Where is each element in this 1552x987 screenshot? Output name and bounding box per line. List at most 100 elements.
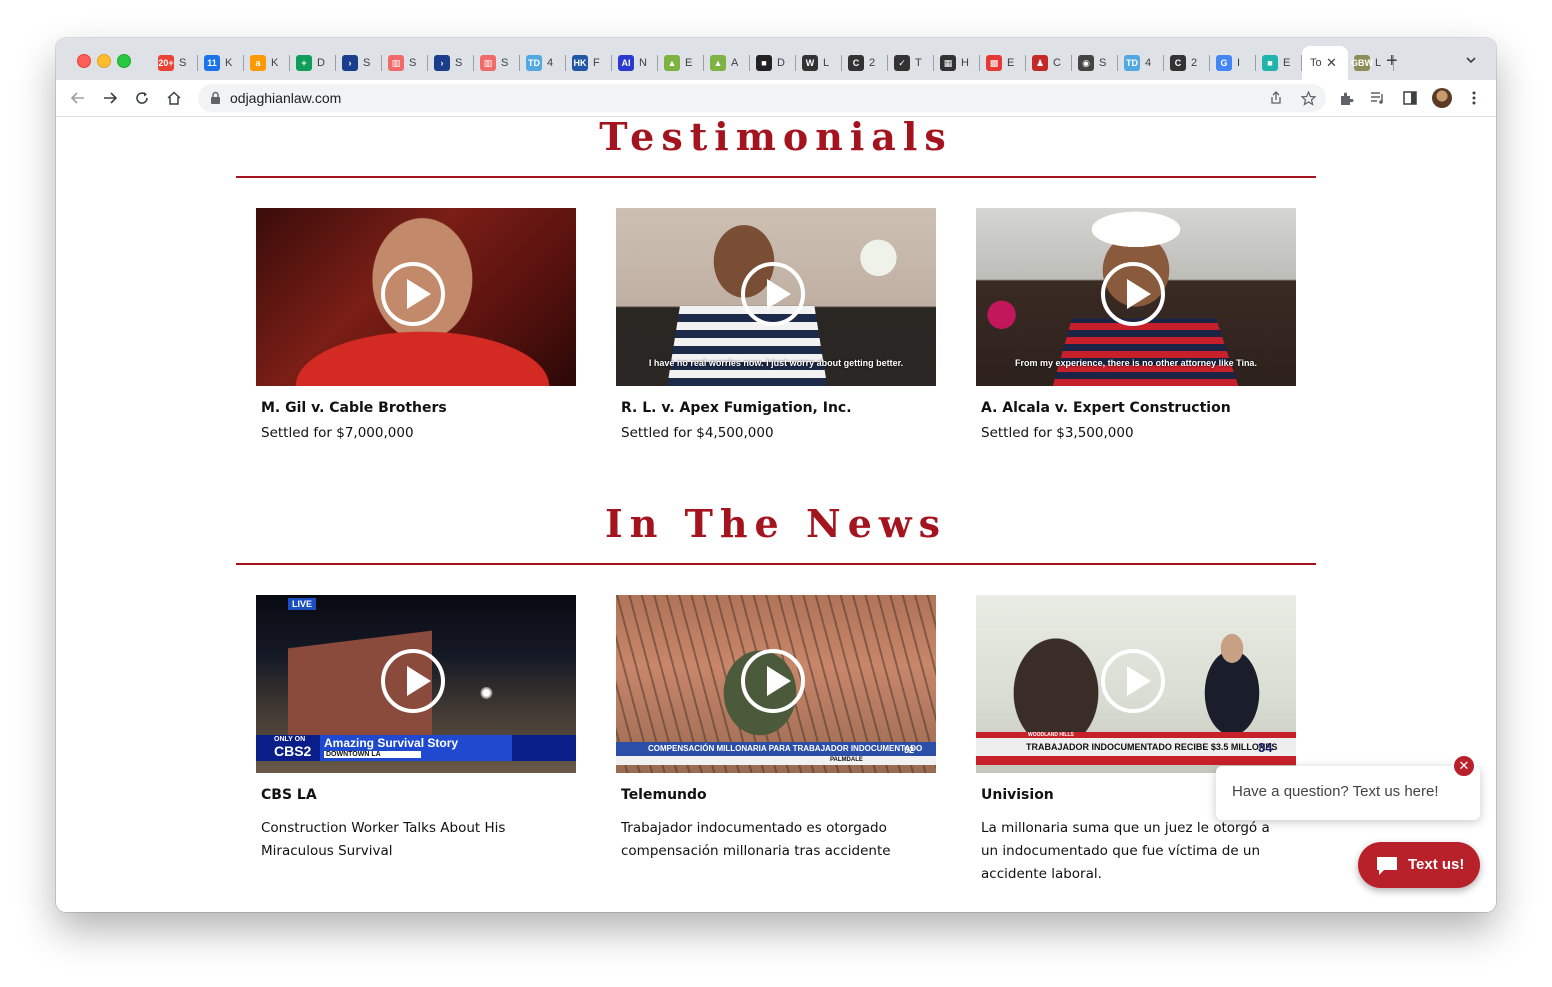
close-icon[interactable]: ✕ [1452, 754, 1476, 778]
forward-icon[interactable] [100, 88, 120, 108]
tab-title: T [915, 57, 922, 69]
news-heading: In The News [605, 501, 947, 546]
check-icon: ✓ [894, 55, 910, 71]
tab-title: F [593, 57, 600, 69]
news-ticker: PALMDALE [616, 756, 936, 765]
browser-tab[interactable]: TD 4 [1118, 46, 1164, 80]
browser-tab[interactable]: To ✕ [1302, 46, 1348, 80]
side-panel-icon[interactable] [1400, 88, 1420, 108]
browser-tab[interactable]: ▥ S [382, 46, 428, 80]
video-thumbnail[interactable]: WOODLAND HILLS TRABAJADOR INDOCUMENTADO … [976, 595, 1296, 773]
analytics-icon: ▥ [480, 55, 496, 71]
news-description: La millonaria suma que un juez le otorgó… [981, 820, 1270, 882]
tab-title: S [363, 57, 371, 69]
play-icon[interactable] [1101, 649, 1165, 713]
browser-tab[interactable]: › S [336, 46, 382, 80]
browser-tab[interactable]: GI [1210, 46, 1256, 80]
browser-tab[interactable]: ▩ E [980, 46, 1026, 80]
bookmark-star-icon[interactable] [1298, 88, 1318, 108]
browser-tab[interactable]: 11 K [198, 46, 244, 80]
text-us-button[interactable]: Text us! [1358, 842, 1480, 888]
chevron-down-icon[interactable] [1466, 55, 1476, 65]
home-icon[interactable] [164, 88, 184, 108]
maximize-window-button[interactable] [117, 54, 131, 68]
browser-tab[interactable]: TD 4 [520, 46, 566, 80]
analytics-icon: ▥ [388, 55, 404, 71]
tab-title: D [317, 57, 325, 69]
play-icon[interactable] [741, 262, 805, 326]
testimonial-settlement: Settled for $7,000,000 [261, 425, 414, 441]
tab-title: S [179, 57, 187, 69]
play-icon[interactable] [381, 262, 445, 326]
browser-tab[interactable]: 20+ S [152, 46, 198, 80]
reload-icon[interactable] [132, 88, 152, 108]
close-window-button[interactable] [77, 54, 91, 68]
video-caption: From my experience, there is no other at… [1015, 358, 1257, 368]
browser-tab[interactable]: ◉ S [1072, 46, 1118, 80]
tab-title: L [823, 57, 830, 69]
browser-tab[interactable]: ▲ E [658, 46, 704, 80]
testimonial-settlement: Settled for $4,500,000 [621, 425, 774, 441]
news-divider [236, 563, 1316, 565]
tab-title: E [1007, 57, 1015, 69]
tab-title: C [1053, 57, 1061, 69]
tab-title: 2 [1191, 57, 1198, 69]
browser-tab[interactable]: aK [244, 46, 290, 80]
news-card: COMPENSACIÓN MILLONARIA PARA TRABAJADOR … [616, 595, 936, 863]
tab-title: I [1237, 57, 1241, 69]
back-icon[interactable] [68, 88, 88, 108]
browser-tab[interactable]: ▲ A [704, 46, 750, 80]
browser-tab[interactable]: ♟ C [1026, 46, 1072, 80]
close-tab-icon[interactable]: ✕ [1326, 55, 1337, 71]
browser-tab[interactable]: ■ E [1256, 46, 1302, 80]
hk-icon: HK [572, 55, 588, 71]
testimonial-title: A. Alcala v. Expert Construction [981, 400, 1231, 416]
browser-tab[interactable]: WL [796, 46, 842, 80]
browser-tab[interactable]: C2 [1164, 46, 1210, 80]
video-thumbnail[interactable]: COMPENSACIÓN MILLONARIA PARA TRABAJADOR … [616, 595, 936, 773]
gmail-icon: 20+ [158, 55, 174, 71]
image-icon: ▲ [664, 55, 680, 71]
amazon-icon: a [250, 55, 266, 71]
browser-tab[interactable]: HK F [566, 46, 612, 80]
play-icon[interactable] [1101, 262, 1165, 326]
image-icon: ▲ [710, 55, 726, 71]
video-thumbnail[interactable] [256, 208, 576, 386]
browser-toolbar: odjaghianlaw.com [56, 80, 1496, 117]
person-icon: ♟ [1032, 55, 1048, 71]
browser-tab[interactable]: ▦ H [934, 46, 980, 80]
document-icon: ■ [756, 55, 772, 71]
video-thumbnail[interactable]: From my experience, there is no other at… [976, 208, 1296, 386]
browser-tab[interactable]: + D [290, 46, 336, 80]
browser-tab[interactable]: ■ D [750, 46, 796, 80]
tab-title: S [501, 57, 509, 69]
browser-tab[interactable]: ✓ T [888, 46, 934, 80]
chevron-app-icon: › [434, 55, 450, 71]
google-icon: G [1216, 55, 1232, 71]
browser-tab[interactable]: AI N [612, 46, 658, 80]
video-thumbnail[interactable]: I have no real worries now. I just worry… [616, 208, 936, 386]
media-queue-icon[interactable] [1368, 88, 1388, 108]
extensions-icon[interactable] [1336, 88, 1356, 108]
new-tab-button[interactable]: + [1386, 51, 1398, 71]
tab-title: 2 [869, 57, 876, 69]
news-banner: ONLY ON CBS2 Amazing Survival Story DOWN… [256, 735, 576, 761]
browser-tab[interactable]: C2 [842, 46, 888, 80]
minimize-window-button[interactable] [97, 54, 111, 68]
globe-icon: ◉ [1078, 55, 1094, 71]
chat-prompt-bubble[interactable]: Have a question? Text us here! [1216, 766, 1480, 820]
play-icon[interactable] [381, 649, 445, 713]
browser-tab[interactable]: › S [428, 46, 474, 80]
c-icon: C [848, 55, 864, 71]
profile-avatar[interactable] [1432, 88, 1452, 108]
video-thumbnail[interactable]: LIVE ONLY ON CBS2 Amazing Survival Story… [256, 595, 576, 773]
url-text: odjaghianlaw.com [230, 90, 342, 106]
browser-tab[interactable]: ▥ S [474, 46, 520, 80]
testimonial-settlement: Settled for $3,500,000 [981, 425, 1134, 441]
channel-logo: 52 [904, 745, 915, 755]
news-source: Telemundo [621, 787, 707, 803]
share-icon[interactable] [1266, 88, 1286, 108]
kebab-menu-icon[interactable] [1464, 88, 1484, 108]
play-icon[interactable] [741, 649, 805, 713]
address-bar[interactable]: odjaghianlaw.com [198, 84, 1326, 112]
